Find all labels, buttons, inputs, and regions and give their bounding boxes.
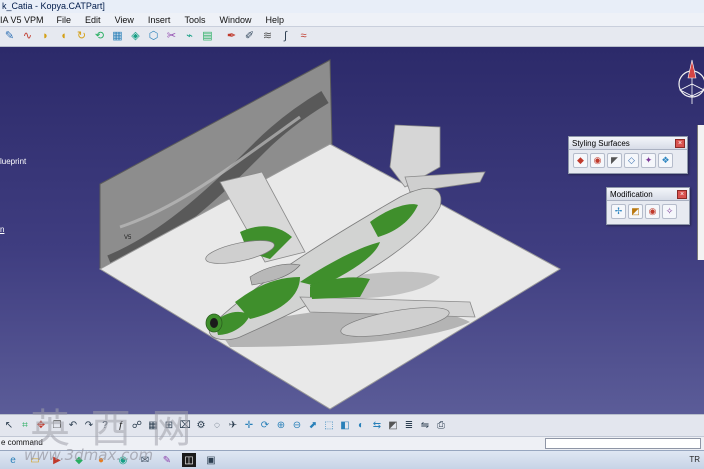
sweep-icon[interactable]: ⟲ <box>91 28 108 45</box>
folder-icon[interactable]: ▭ <box>28 453 42 467</box>
move-icon[interactable]: ✥ <box>33 418 49 434</box>
layers-icon[interactable]: ▤ <box>199 28 216 45</box>
svg-text:V5: V5 <box>124 235 132 241</box>
redo-icon[interactable]: ↷ <box>81 418 97 434</box>
compare-icon[interactable]: ⇋ <box>417 418 433 434</box>
browser-icon[interactable]: ● <box>94 453 108 467</box>
stack-icon[interactable]: ≣ <box>401 418 417 434</box>
explorer-icon[interactable]: ▣ <box>204 453 218 467</box>
fill-surface-icon[interactable]: ◉ <box>590 153 605 168</box>
knowledge-icon[interactable]: ☍ <box>129 418 145 434</box>
zoom-out-icon[interactable]: ⊖ <box>289 418 305 434</box>
menu-edit[interactable]: Edit <box>80 13 110 26</box>
menu-file[interactable]: File <box>52 13 81 26</box>
styling-surfaces-toolbar: Styling Surfaces × ◆ ◉ ◤ ◇ ✦ ❖ <box>568 136 688 174</box>
paint-icon[interactable]: ✎ <box>160 453 174 467</box>
normal-view-icon[interactable]: ⬈ <box>305 418 321 434</box>
blend-icon[interactable]: ◈ <box>127 28 144 45</box>
shading-icon[interactable]: ◧ <box>337 418 353 434</box>
modification-title[interactable]: Modification × <box>607 188 689 201</box>
scene: V5 <box>98 59 704 410</box>
side-panel-edge <box>697 125 704 260</box>
close-icon[interactable]: × <box>677 190 687 199</box>
table-icon[interactable]: ▦ <box>145 418 161 434</box>
sketch-icon[interactable]: ✎ <box>1 28 18 45</box>
status-bar: e command <box>0 436 704 450</box>
render-icon[interactable]: ◌ <box>209 418 225 434</box>
pan-icon[interactable]: ✛ <box>241 418 257 434</box>
extrapolate-icon[interactable]: ◩ <box>628 204 643 219</box>
3d-viewport[interactable]: V5 lueprint n Styling Surfaces × ◆ ◉ ◤ ◇… <box>0 47 704 414</box>
mail-icon[interactable]: ✉ <box>138 453 152 467</box>
trim-icon[interactable]: ⌁ <box>181 28 198 45</box>
tree-item-link[interactable]: n <box>0 225 4 234</box>
revolve-icon[interactable]: ↻ <box>73 28 90 45</box>
ie-icon[interactable]: e <box>6 453 20 467</box>
untrim-icon[interactable]: ✧ <box>662 204 677 219</box>
os-taskbar: e ▭ ▶ ◆ ● ◉ ✉ ✎ ◫ ▣ TR <box>0 450 704 469</box>
join-icon[interactable]: ⬡ <box>145 28 162 45</box>
tools-icon[interactable]: ⚙ <box>193 418 209 434</box>
print-icon[interactable]: ⎙ <box>433 418 449 434</box>
catalog-icon[interactable]: ⌧ <box>177 418 193 434</box>
sweep-surface-icon[interactable]: ◤ <box>607 153 622 168</box>
top-toolbar: ✎ ∿ ◗ ◖ ↻ ⟲ ▦ ◈ ⬡ ✂ ⌁ ▤ ✒ ✐ ≋ ∫ ≈ <box>0 27 704 47</box>
command-input[interactable] <box>545 438 701 449</box>
apply-material-icon[interactable]: ◩ <box>385 418 401 434</box>
undo-icon[interactable]: ↶ <box>65 418 81 434</box>
blend-surface-icon[interactable]: ✦ <box>641 153 656 168</box>
snap-icon[interactable]: ⌗ <box>17 418 33 434</box>
wave-icon[interactable]: ≈ <box>295 28 312 45</box>
curve-icon[interactable]: ∿ <box>19 28 36 45</box>
compass-icon[interactable] <box>678 59 704 104</box>
modification-toolbar: Modification × ✢ ◩ ◉ ✧ <box>606 187 690 225</box>
menu-app-label: IA V5 VPM <box>0 15 44 25</box>
menu-window[interactable]: Window <box>214 13 260 26</box>
swap-view-icon[interactable]: ⇆ <box>369 418 385 434</box>
app-icon[interactable]: ◆ <box>72 453 86 467</box>
chat-icon[interactable]: ◉ <box>116 453 130 467</box>
window-title: k_Catia - Kopya.CATPart] <box>0 0 704 13</box>
brush-icon[interactable]: ✐ <box>241 28 258 45</box>
hide-show-icon[interactable]: ◐ <box>353 418 369 434</box>
measure-icon[interactable]: ⊞ <box>161 418 177 434</box>
formula-icon[interactable]: ƒ <box>113 418 129 434</box>
rotate-view-icon[interactable]: ⟳ <box>257 418 273 434</box>
system-tray-lang[interactable]: TR <box>689 455 700 464</box>
select-icon[interactable]: ↖ <box>1 418 17 434</box>
net-surface-icon[interactable]: ◆ <box>573 153 588 168</box>
iso-view-icon[interactable]: ⬚ <box>321 418 337 434</box>
tree-item-blueprint[interactable]: lueprint <box>0 157 26 166</box>
help-icon[interactable]: ? <box>97 418 113 434</box>
match-surface-icon[interactable]: ❖ <box>658 153 673 168</box>
menu-help[interactable]: Help <box>260 13 293 26</box>
media-icon[interactable]: ▶ <box>50 453 64 467</box>
close-icon[interactable]: × <box>675 139 685 148</box>
offset-surface-icon[interactable]: ◇ <box>624 153 639 168</box>
menu-insert[interactable]: Insert <box>143 13 180 26</box>
styling-surfaces-title[interactable]: Styling Surfaces × <box>569 137 687 150</box>
fill-icon[interactable]: ▦ <box>109 28 126 45</box>
control-points-icon[interactable]: ✢ <box>611 204 626 219</box>
pen-icon[interactable]: ✒ <box>223 28 240 45</box>
break-icon[interactable]: ◉ <box>645 204 660 219</box>
fly-icon[interactable]: ✈ <box>225 418 241 434</box>
hatch-icon[interactable]: ≋ <box>259 28 276 45</box>
surface-icon[interactable]: ◗ <box>37 28 54 45</box>
split-icon[interactable]: ✂ <box>163 28 180 45</box>
spline-icon[interactable]: ∫ <box>277 28 294 45</box>
zoom-in-icon[interactable]: ⊕ <box>273 418 289 434</box>
extrude-icon[interactable]: ◖ <box>55 28 72 45</box>
menu-bar: IA V5 VPM File Edit View Insert Tools Wi… <box>0 13 704 27</box>
menu-view[interactable]: View <box>110 13 143 26</box>
bottom-toolbar: ↖ ⌗ ✥ ❐ ↶ ↷ ? ƒ ☍ ▦ ⊞ ⌧ ⚙ ◌ ✈ ✛ ⟳ ⊕ ⊖ ⬈ … <box>0 414 704 436</box>
copy-icon[interactable]: ❐ <box>49 418 65 434</box>
menu-tools[interactable]: Tools <box>179 13 214 26</box>
command-label: e command <box>1 438 43 447</box>
catia-taskbar-icon[interactable]: ◫ <box>182 453 196 467</box>
